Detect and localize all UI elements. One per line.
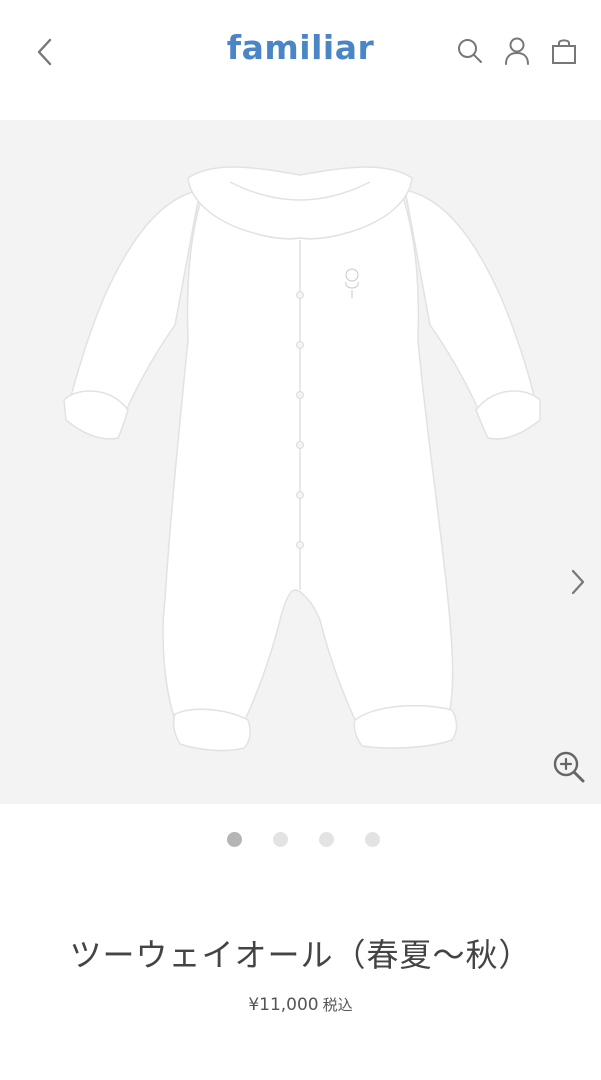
gallery-pagination	[0, 832, 601, 847]
price-row: ¥11,000 税込	[0, 994, 601, 1015]
product-image-gallery[interactable]	[0, 120, 601, 804]
account-icon	[505, 37, 529, 65]
cart-button[interactable]	[548, 34, 580, 68]
search-icon	[458, 39, 482, 63]
zoom-in-icon	[553, 751, 585, 783]
pagination-dot-4[interactable]	[364, 832, 380, 847]
search-button[interactable]	[454, 34, 486, 68]
zoom-button[interactable]	[548, 746, 590, 788]
shopping-bag-icon	[552, 39, 576, 64]
product-title: ツーウェイオール（春夏～秋）	[69, 936, 532, 974]
pagination-dot-2[interactable]	[272, 832, 288, 847]
product-page: familiar ツーウェイオール（春夏～秋） ¥11,000 税込	[0, 0, 601, 1080]
tax-label: 税込	[322, 996, 353, 1014]
next-image-button[interactable]	[562, 560, 594, 604]
product-image	[63, 166, 541, 752]
app-header: familiar	[0, 0, 601, 120]
product-price: ¥11,000	[248, 995, 319, 1015]
chevron-right-icon	[571, 569, 585, 595]
pagination-dot-3[interactable]	[318, 832, 334, 847]
pagination-dot-1[interactable]	[226, 832, 242, 847]
account-button[interactable]	[501, 34, 533, 68]
